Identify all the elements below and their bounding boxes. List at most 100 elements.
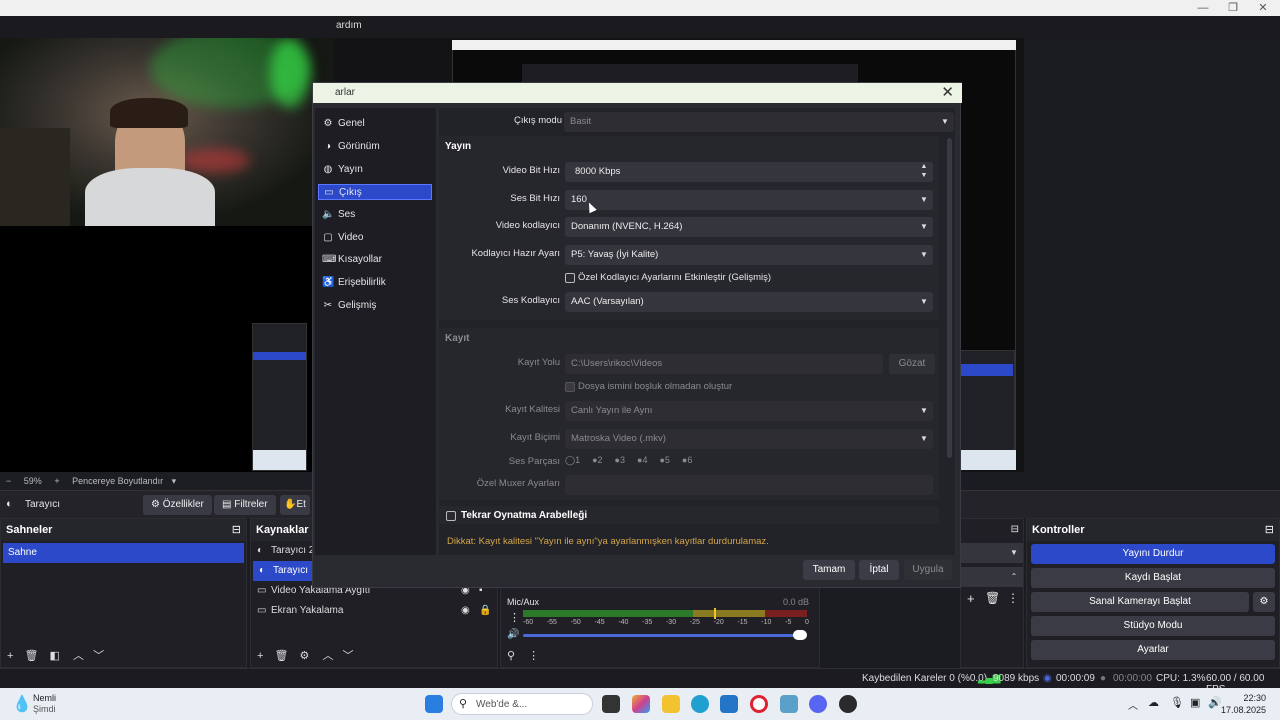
nav-output[interactable]: ▭ Çıkış [318, 184, 432, 200]
video-encoder-select[interactable]: Donanım (NVENC, H.264) ▼ [565, 217, 933, 237]
cloud-icon[interactable]: ☁ [1148, 696, 1159, 709]
discord-icon[interactable] [809, 695, 827, 713]
track-radio[interactable]: ●5 [659, 455, 669, 466]
dock-undock-icon[interactable]: ⊟ [232, 519, 241, 541]
scene-item[interactable]: Sahne [3, 543, 244, 563]
track-radio[interactable]: ●6 [682, 455, 692, 466]
source-item[interactable]: ▭ Ekran Yakalama ◉ 🔒 [251, 601, 497, 621]
clock-time[interactable]: 22:30 [1236, 693, 1266, 703]
store-icon[interactable] [720, 695, 738, 713]
obs-icon[interactable] [839, 695, 857, 713]
studio-mode-button[interactable]: Stüdyo Modu [1031, 616, 1275, 636]
replay-buffer-checkbox[interactable] [446, 511, 456, 521]
clock-date[interactable]: 17.08.2025 [1220, 705, 1266, 715]
nav-advanced[interactable]: ✂ Gelişmiş [318, 298, 432, 314]
interact-button[interactable]: ✋Et [280, 495, 310, 515]
file-explorer-icon[interactable] [662, 695, 680, 713]
duration-spinbox[interactable]: ⌃ [961, 567, 1023, 587]
trash-icon[interactable]: 🗑 [25, 650, 39, 662]
gear-icon[interactable]: ⚙ [1253, 592, 1275, 612]
task-view-icon[interactable] [602, 695, 620, 713]
nav-stream[interactable]: ◍ Yayın [318, 162, 432, 178]
network-icon[interactable]: ▣ [1190, 696, 1200, 709]
nav-appearance[interactable]: ◑ Görünüm [318, 139, 432, 155]
start-recording-button[interactable]: Kaydı Başlat [1031, 568, 1275, 588]
output-mode-select[interactable]: Basit ▼ [564, 112, 954, 132]
spinner-icon[interactable]: ▲ ▼ [915, 162, 933, 182]
chevron-up-icon[interactable]: ︿ [73, 650, 84, 662]
volume-slider-handle[interactable] [793, 630, 807, 640]
chevron-down-icon[interactable]: ﹀ [93, 650, 104, 662]
track-radio[interactable]: ●3 [615, 455, 625, 466]
link-icon[interactable]: ⚲ [507, 650, 515, 662]
zoom-in-icon[interactable]: + [54, 476, 59, 486]
record-time: 00:00:00 [1113, 673, 1152, 684]
rec-quality-select[interactable]: Canlı Yayın ile Aynı ▼ [565, 401, 933, 421]
properties-button[interactable]: ⚙ Özellikler [143, 495, 212, 515]
lock-icon[interactable]: 🔒 [479, 601, 491, 621]
scrollbar[interactable] [947, 138, 952, 458]
add-icon[interactable]: + [257, 650, 263, 662]
muxer-input[interactable] [565, 475, 933, 495]
volume-slider[interactable] [523, 634, 805, 637]
rec-format-select[interactable]: Matroska Video (.mkv) ▼ [565, 429, 933, 449]
chevron-down-icon[interactable]: ﹀ [343, 650, 354, 662]
menu-dots-icon[interactable]: ⋮ [509, 611, 520, 624]
chevron-up-icon[interactable]: ︿ [1128, 697, 1138, 712]
microphone-icon[interactable]: 🎙 [1170, 696, 1184, 709]
settings-button[interactable]: Ayarlar [1031, 640, 1275, 660]
start-virtual-camera-button[interactable]: Sanal Kamerayı Başlat [1031, 592, 1249, 612]
apply-button[interactable]: Uygula [904, 560, 952, 580]
stop-stream-button[interactable]: Yayını Durdur [1031, 544, 1275, 564]
nav-audio[interactable]: 🔈 Ses [318, 207, 432, 223]
eye-icon[interactable]: ◉ [461, 601, 470, 621]
dock-undock-icon[interactable]: ⊟ [1011, 524, 1019, 535]
dock-undock-icon[interactable]: ⊟ [1265, 519, 1274, 541]
transition-select[interactable]: ▼ [961, 543, 1023, 563]
trash-icon[interactable]: 🗑 [985, 591, 1000, 605]
menu-dots-icon[interactable]: ⋮ [1007, 591, 1019, 605]
filters-button[interactable]: ▤ Filtreler [214, 495, 276, 515]
ok-button[interactable]: Tamam [803, 560, 855, 580]
speaker-icon[interactable]: 🔊 [507, 629, 519, 640]
minimize-icon[interactable]: — [1188, 0, 1218, 16]
browse-button[interactable]: Gözat [889, 354, 935, 374]
nav-accessibility[interactable]: ♿ Erişebilirlik [318, 275, 432, 291]
add-icon[interactable]: + [967, 591, 975, 606]
no-space-checkbox[interactable] [565, 382, 575, 392]
menu-dots-icon[interactable]: ⋮ [528, 650, 539, 662]
trash-icon[interactable]: 🗑 [275, 650, 289, 662]
zoom-out-icon[interactable]: − [6, 476, 11, 486]
close-icon[interactable]: ✕ [941, 83, 954, 103]
track-radio[interactable]: ●4 [637, 455, 647, 466]
maximize-icon[interactable]: ❐ [1218, 0, 1248, 16]
weather-icon[interactable]: 💧 [12, 694, 32, 714]
preset-select[interactable]: P5: Yavaş (İyi Kalite) ▼ [565, 245, 933, 265]
copilot-icon[interactable] [632, 695, 650, 713]
nav-video[interactable]: ▢ Video [318, 230, 432, 246]
track-radio[interactable]: ●2 [592, 455, 602, 466]
audio-encoder-select[interactable]: AAC (Varsayılan) ▼ [565, 292, 933, 312]
settings-app-icon[interactable] [780, 695, 798, 713]
windows-taskbar: 💧 Nemli Şimdi ⚲ Web'de &... ︿ ☁ 🎙 ▣ 🔊 22… [0, 688, 1280, 720]
opera-icon[interactable] [750, 695, 768, 713]
video-bitrate-input[interactable]: 8000 Kbps ▲ ▼ [565, 162, 933, 182]
gear-icon[interactable]: ⚙ [300, 650, 310, 662]
nav-hotkeys[interactable]: ⌨ Kısayollar [318, 252, 432, 268]
start-icon[interactable] [425, 695, 443, 713]
add-icon[interactable]: + [7, 650, 13, 662]
fit-window-label[interactable]: Pencereye Boyutlandır [72, 476, 163, 486]
rec-path-input[interactable]: C:\Users\rikoc\Videos [565, 354, 883, 374]
menu-item-help[interactable]: ardım [336, 20, 362, 31]
cancel-button[interactable]: İptal [859, 560, 899, 580]
edge-icon[interactable] [691, 695, 709, 713]
search-box[interactable]: ⚲ Web'de &... [451, 693, 593, 715]
nav-general[interactable]: ⚙ Genel [318, 116, 432, 132]
chevron-down-icon[interactable]: ▾ [172, 476, 177, 486]
filter-icon[interactable]: ◧ [50, 650, 60, 662]
close-icon[interactable]: ✕ [1248, 0, 1278, 16]
chevron-up-icon[interactable]: ︿ [322, 650, 333, 662]
track-radio[interactable]: ◯1 [565, 455, 580, 466]
audio-bitrate-select[interactable]: 160 ▼ [565, 190, 933, 210]
custom-encoder-checkbox[interactable] [565, 273, 575, 283]
